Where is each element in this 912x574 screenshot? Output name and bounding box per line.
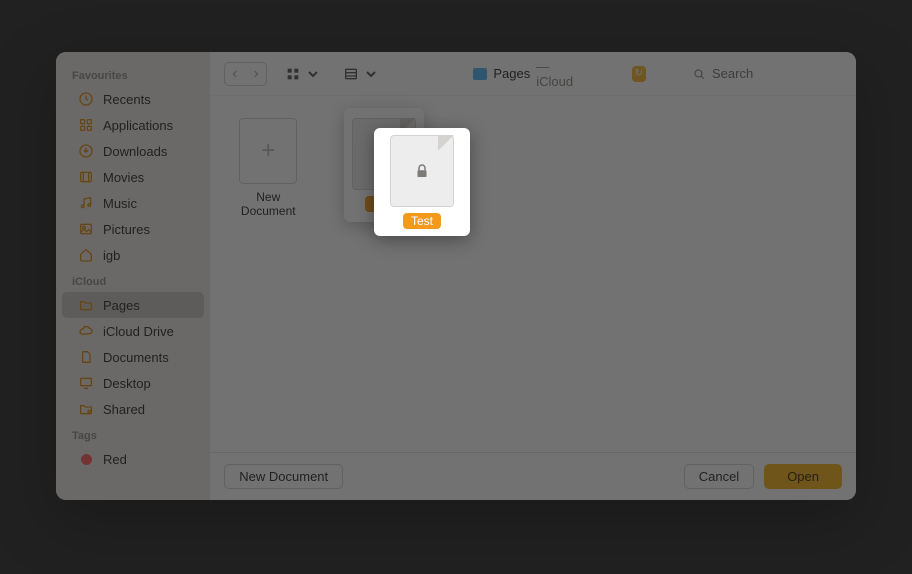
file-label: Test [365, 196, 403, 212]
plus-icon: + [239, 118, 297, 184]
sidebar-item-label: Red [103, 452, 127, 467]
back-button[interactable] [225, 63, 245, 85]
open-button[interactable]: Open [764, 464, 842, 489]
footer: New Document Cancel Open [210, 452, 856, 500]
shared-icon [78, 401, 94, 417]
section-tags: Tags [56, 422, 210, 446]
search-input[interactable] [712, 66, 822, 81]
grid-icon [78, 117, 94, 133]
sidebar-item-downloads[interactable]: Downloads [62, 138, 204, 164]
new-document-tile[interactable]: + New Document [228, 118, 308, 218]
tag-dot-icon [78, 451, 94, 467]
lock-icon [375, 145, 393, 163]
sidebar-item-music[interactable]: Music [62, 190, 204, 216]
sidebar-item-label: Recents [103, 92, 151, 107]
location-main: Pages [493, 66, 530, 81]
sidebar-item-label: Desktop [103, 376, 151, 391]
clock-icon [78, 91, 94, 107]
sidebar-item-shared[interactable]: Shared [62, 396, 204, 422]
cancel-button[interactable]: Cancel [684, 464, 754, 489]
film-icon [78, 169, 94, 185]
sidebar-item-pictures[interactable]: Pictures [62, 216, 204, 242]
folder-icon [78, 297, 94, 313]
sidebar-item-label: Pictures [103, 222, 150, 237]
chevron-down-icon [305, 66, 321, 82]
section-favourites: Favourites [56, 62, 210, 86]
sidebar-item-tag-red[interactable]: Red [62, 446, 204, 472]
sidebar-item-recents[interactable]: Recents [62, 86, 204, 112]
sidebar-item-desktop[interactable]: Desktop [62, 370, 204, 396]
sidebar-item-applications[interactable]: Applications [62, 112, 204, 138]
sidebar-item-label: Shared [103, 402, 145, 417]
new-document-button[interactable]: New Document [224, 464, 343, 489]
sidebar-item-icloud-drive[interactable]: iCloud Drive [62, 318, 204, 344]
sidebar-item-label: Pages [103, 298, 140, 313]
location-sub: — iCloud [536, 59, 584, 89]
file-tile-test[interactable]: Test [344, 108, 424, 222]
file-label: New Document [228, 190, 308, 218]
group-button[interactable] [339, 63, 383, 85]
sidebar-item-label: iCloud Drive [103, 324, 174, 339]
search-icon [692, 67, 706, 81]
folder-icon [473, 68, 487, 80]
section-icloud: iCloud [56, 268, 210, 292]
forward-button[interactable] [246, 63, 266, 85]
sidebar-item-label: Music [103, 196, 137, 211]
photo-icon [78, 221, 94, 237]
chevron-down-icon [363, 66, 379, 82]
house-icon [78, 247, 94, 263]
sidebar-item-documents[interactable]: Documents [62, 344, 204, 370]
sidebar-item-home[interactable]: igb [62, 242, 204, 268]
open-dialog: Favourites Recents Applications Download… [56, 52, 856, 500]
sidebar-item-label: Movies [103, 170, 144, 185]
cloud-icon [78, 323, 94, 339]
grid-view-icon [285, 66, 301, 82]
music-icon [78, 195, 94, 211]
search-field[interactable] [692, 66, 842, 81]
sidebar-item-label: Applications [103, 118, 173, 133]
sidebar-item-label: Documents [103, 350, 169, 365]
locked-doc-icon [352, 118, 416, 190]
sidebar-item-label: Downloads [103, 144, 167, 159]
doc-icon [78, 349, 94, 365]
download-icon [78, 143, 94, 159]
desktop-icon [78, 375, 94, 391]
sidebar-item-pages[interactable]: Pages [62, 292, 204, 318]
toolbar: Pages — iCloud ↻ [210, 52, 856, 96]
list-icon [343, 66, 359, 82]
sync-badge-icon: ↻ [632, 66, 646, 82]
sidebar-item-movies[interactable]: Movies [62, 164, 204, 190]
sidebar-item-label: igb [103, 248, 120, 263]
location-popup[interactable]: Pages — iCloud ↻ [467, 56, 654, 92]
sidebar: Favourites Recents Applications Download… [56, 52, 210, 500]
file-grid: + New Document Test [210, 96, 856, 452]
view-mode-button[interactable] [281, 63, 325, 85]
main-pane: Pages — iCloud ↻ + New Document Test [210, 52, 856, 500]
nav-buttons [224, 62, 267, 86]
